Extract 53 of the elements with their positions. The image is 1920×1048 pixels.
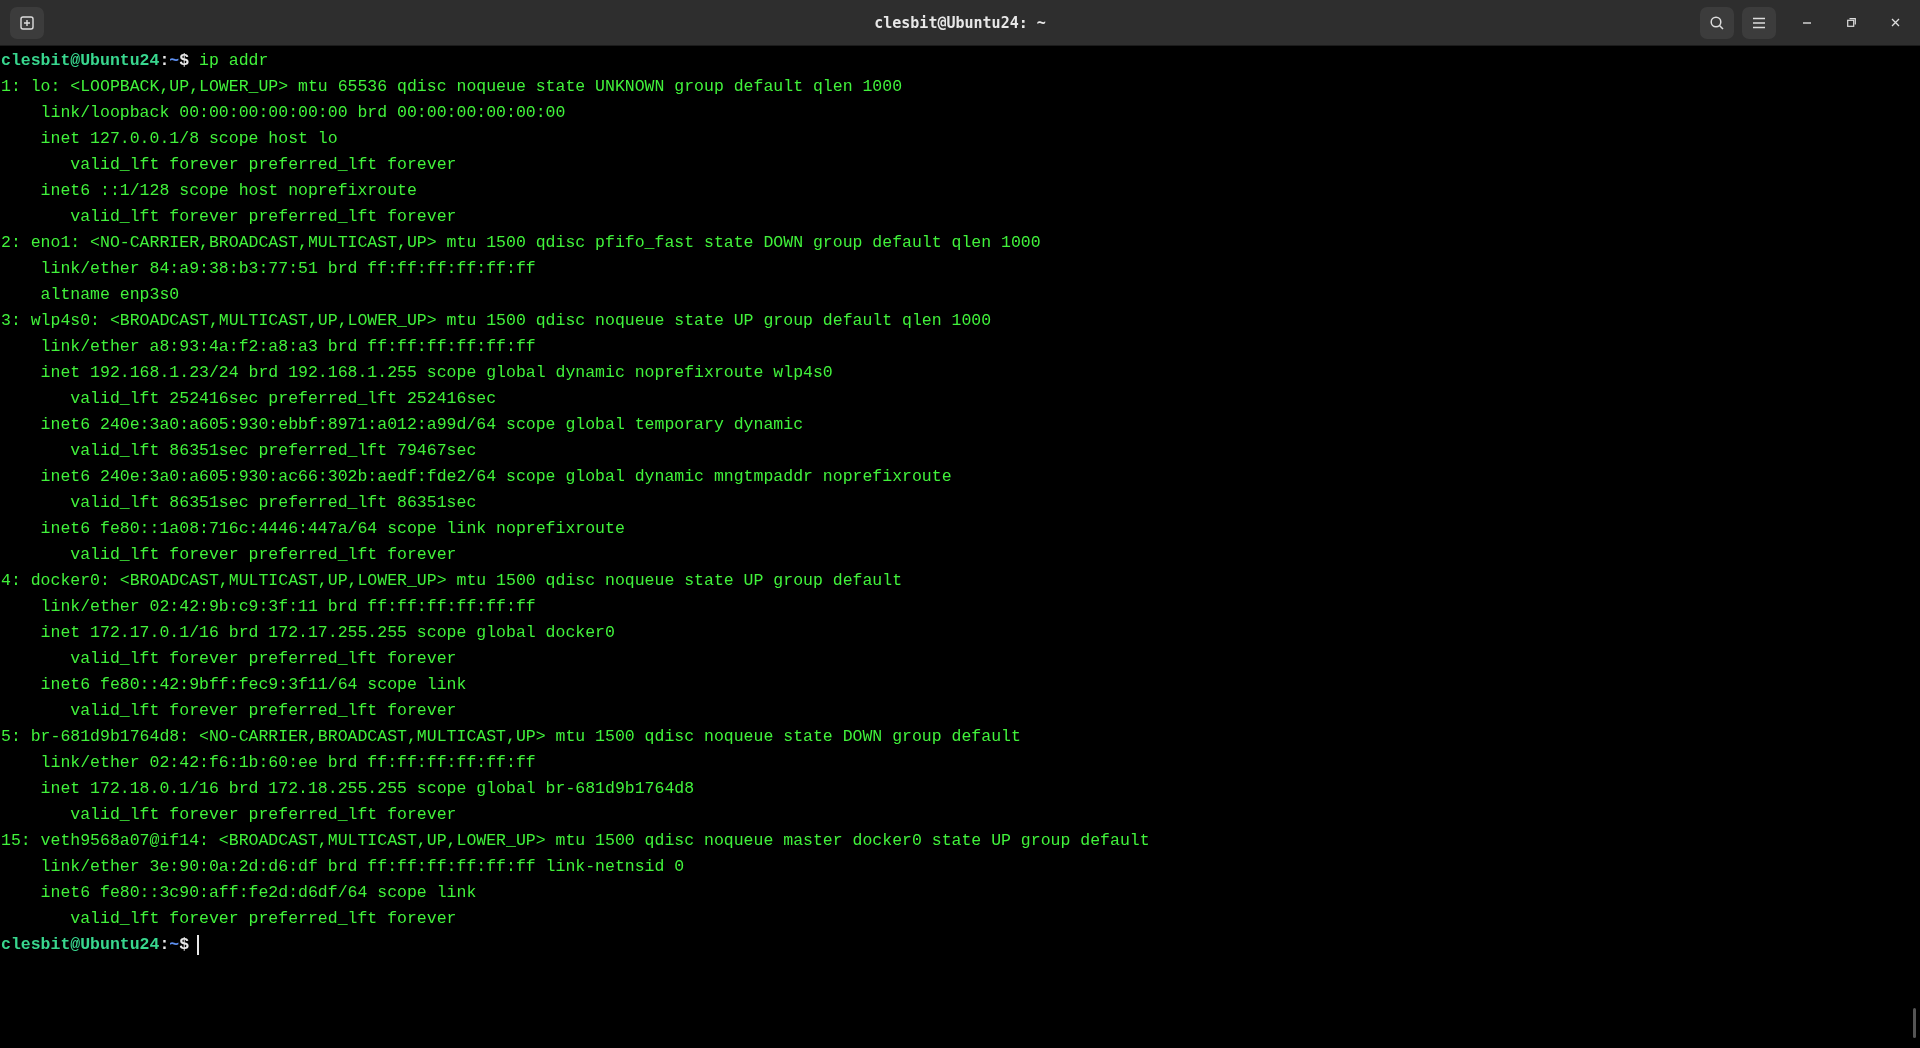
output-line: 1: lo: <LOOPBACK,UP,LOWER_UP> mtu 65536 qdisc noqueue state UNKNOWN group default qlen 1000 bbox=[1, 76, 903, 98]
output-line: valid_lft forever preferred_lft forever bbox=[69, 154, 457, 176]
output-line: inet6 fe80::42:9bff:fec9:3f11/64 scope link bbox=[39, 674, 467, 696]
minimize-icon bbox=[1803, 21, 1811, 24]
command-text: ip addr bbox=[198, 50, 269, 72]
prompt-user: clesbit@Ubuntu24 bbox=[1, 50, 160, 72]
search-button[interactable] bbox=[1700, 6, 1734, 39]
output-line: inet 192.168.1.23/24 brd 192.168.1.255 scope global dynamic noprefixroute wlp4s0 bbox=[39, 362, 833, 384]
prompt-symbol: $ bbox=[179, 934, 190, 956]
output-line: link/ether 3e:90:0a:2d:d6:df brd ff:ff:ff:ff:ff:ff link-netnsid 0 bbox=[39, 856, 685, 878]
output-line: valid_lft 252416sec preferred_lft 252416sec bbox=[69, 388, 497, 410]
output-line: valid_lft forever preferred_lft forever bbox=[69, 908, 457, 930]
output-line: inet6 240e:3a0:a605:930:ac66:302b:aedf:fde2/64 scope global dynamic mngtmpaddr noprefixroute bbox=[39, 466, 952, 488]
output-line: inet6 ::1/128 scope host noprefixroute bbox=[39, 180, 417, 202]
new-tab-icon bbox=[19, 14, 35, 31]
output-line: inet 172.17.0.1/16 brd 172.17.255.255 scope global docker0 bbox=[39, 622, 615, 644]
output-line: valid_lft forever preferred_lft forever bbox=[69, 648, 457, 670]
restore-icon bbox=[1846, 18, 1856, 27]
prompt-separator: : bbox=[159, 934, 170, 956]
output-line: valid_lft forever preferred_lft forever bbox=[69, 700, 457, 722]
output-line: inet6 240e:3a0:a605:930:ebbf:8971:a012:a99d/64 scope global temporary dynamic bbox=[39, 414, 804, 436]
output-line: inet6 fe80::1a08:716c:4446:447a/64 scope link noprefixroute bbox=[39, 518, 625, 540]
output-line: valid_lft 86351sec preferred_lft 79467sec bbox=[69, 440, 477, 462]
scrollbar[interactable] bbox=[1913, 1008, 1916, 1038]
menu-button[interactable] bbox=[1742, 6, 1776, 39]
output-line: link/ether a8:93:4a:f2:a8:a3 brd ff:ff:ff:ff:ff:ff bbox=[39, 336, 536, 358]
output-line: link/ether 02:42:f6:1b:60:ee brd ff:ff:ff:ff:ff:ff bbox=[39, 752, 536, 774]
output-line: inet 127.0.0.1/8 scope host lo bbox=[39, 128, 338, 150]
output-line: inet6 fe80::3c90:aff:fe2d:d6df/64 scope link bbox=[39, 882, 477, 904]
output-line: valid_lft forever preferred_lft forever bbox=[69, 544, 457, 566]
prompt-separator: : bbox=[159, 50, 170, 72]
close-icon bbox=[1890, 18, 1900, 27]
new-tab-button[interactable] bbox=[10, 6, 44, 39]
prompt-user: clesbit@Ubuntu24 bbox=[1, 934, 160, 956]
prompt-path: ~ bbox=[169, 50, 180, 72]
output-line: inet 172.18.0.1/16 brd 172.18.255.255 scope global br-681d9b1764d8 bbox=[39, 778, 695, 800]
output-line: link/ether 84:a9:38:b3:77:51 brd ff:ff:ff:ff:ff:ff bbox=[39, 258, 536, 280]
menu-icon bbox=[1752, 16, 1766, 29]
output-line: 2: eno1: <NO-CARRIER,BROADCAST,MULTICAST,UP> mtu 1500 qdisc pfifo_fast state DOWN group default qlen 1000 bbox=[1, 232, 1041, 254]
output-line: 4: docker0: <BROADCAST,MULTICAST,UP,LOWER_UP> mtu 1500 qdisc noqueue state UP group default bbox=[1, 570, 903, 592]
output-line: 15: veth9568a07@if14: <BROADCAST,MULTICAST,UP,LOWER_UP> mtu 1500 qdisc noqueue master docker0 state UP group default bbox=[1, 830, 1150, 852]
output-line: 3: wlp4s0: <BROADCAST,MULTICAST,UP,LOWER_UP> mtu 1500 qdisc noqueue state UP group default qlen 1000 bbox=[1, 310, 992, 332]
search-icon bbox=[1709, 14, 1725, 31]
output-line: link/loopback 00:00:00:00:00:00 brd 00:00:00:00:00:00 bbox=[39, 102, 566, 124]
output-line: valid_lft forever preferred_lft forever bbox=[69, 206, 457, 228]
output-line: altname enp3s0 bbox=[39, 284, 180, 306]
output-line: 5: br-681d9b1764d8: <NO-CARRIER,BROADCAST,MULTICAST,UP> mtu 1500 qdisc noqueue state DOWN group default bbox=[1, 726, 1021, 748]
window-title: clesbit@Ubuntu24: ~ bbox=[874, 13, 1046, 32]
output-line: link/ether 02:42:9b:c9:3f:11 brd ff:ff:ff:ff:ff:ff bbox=[39, 596, 536, 618]
prompt-symbol: $ bbox=[179, 50, 190, 72]
prompt-path: ~ bbox=[169, 934, 180, 956]
output-line: valid_lft 86351sec preferred_lft 86351sec bbox=[69, 492, 477, 514]
output-line: valid_lft forever preferred_lft forever bbox=[69, 804, 457, 826]
